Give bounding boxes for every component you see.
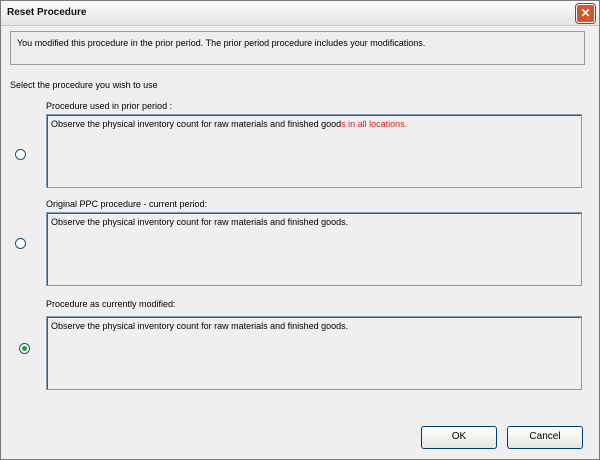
option-prior-period-textarea[interactable]: Observe the physical inventory count for… [46, 114, 582, 188]
option-modified-radio[interactable] [19, 343, 30, 354]
option-prior-period-text: Observe the physical inventory count for… [51, 119, 342, 129]
selection-prompt: Select the procedure you wish to use [10, 80, 158, 90]
title-bar: Reset Procedure ✕ [1, 1, 599, 26]
ok-button[interactable]: OK [421, 426, 497, 449]
option-original-label: Original PPC procedure - current period: [46, 199, 208, 209]
cancel-button[interactable]: Cancel [507, 426, 583, 449]
option-prior-period-radio[interactable] [15, 149, 26, 160]
radio-selected-dot [22, 346, 27, 351]
option-modified-text: Observe the physical inventory count for… [51, 321, 349, 331]
option-original-text: Observe the physical inventory count for… [51, 217, 349, 227]
option-modified-label: Procedure as currently modified: [46, 299, 176, 309]
option-original-radio[interactable] [15, 238, 26, 249]
dialog-title: Reset Procedure [7, 7, 87, 18]
reset-procedure-dialog: Reset Procedure ✕ You modified this proc… [0, 0, 600, 460]
option-modified-textarea[interactable]: Observe the physical inventory count for… [46, 316, 582, 390]
option-original-textarea[interactable]: Observe the physical inventory count for… [46, 212, 582, 286]
option-prior-period-label: Procedure used in prior period : [46, 101, 173, 111]
close-icon[interactable]: ✕ [576, 4, 595, 23]
info-message-box: You modified this procedure in the prior… [10, 31, 585, 65]
option-prior-period-highlight-text: s in all locations. [341, 119, 408, 129]
info-message: You modified this procedure in the prior… [17, 38, 426, 48]
